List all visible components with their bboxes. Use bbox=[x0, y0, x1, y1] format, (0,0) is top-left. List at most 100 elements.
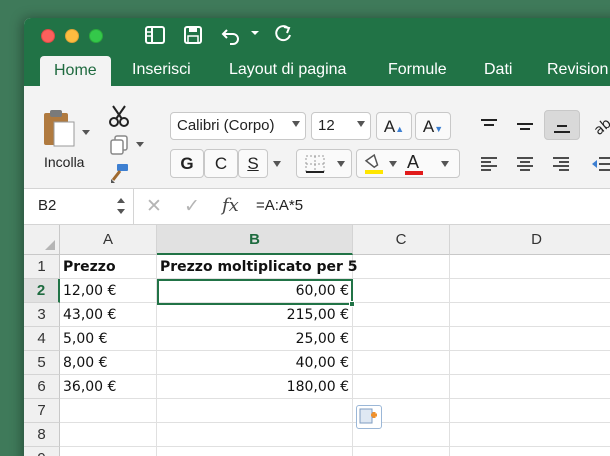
row-header-5[interactable]: 5 bbox=[24, 351, 60, 375]
row-header-3[interactable]: 3 bbox=[24, 303, 60, 327]
cell-a4[interactable]: 5,00 € bbox=[60, 327, 157, 351]
grow-font-button[interactable]: A▲ bbox=[376, 112, 412, 140]
name-box[interactable]: B2 bbox=[24, 189, 134, 224]
cut-icon[interactable] bbox=[108, 104, 130, 133]
cell-d1[interactable] bbox=[450, 255, 610, 279]
chevron-down-icon[interactable] bbox=[441, 161, 449, 167]
cell-d5[interactable] bbox=[450, 351, 610, 375]
row-header-8[interactable]: 8 bbox=[24, 423, 60, 447]
row-header-6[interactable]: 6 bbox=[24, 375, 60, 399]
minimize-window-button[interactable] bbox=[65, 29, 79, 43]
cell-b1[interactable]: Prezzo moltiplicato per 5 bbox=[157, 255, 358, 279]
insert-function-icon[interactable]: fx bbox=[222, 195, 239, 216]
align-middle-button[interactable] bbox=[508, 110, 542, 140]
tab-layout-di-pagina[interactable]: Layout di pagina bbox=[229, 56, 346, 86]
align-right-button[interactable] bbox=[544, 149, 578, 178]
cell-c5[interactable] bbox=[353, 351, 450, 375]
cell-d7[interactable] bbox=[450, 399, 610, 423]
clipboard-icon[interactable] bbox=[42, 108, 76, 153]
cell-reference: B2 bbox=[38, 197, 57, 214]
cell-a1[interactable]: Prezzo bbox=[60, 255, 157, 279]
paste-options-button[interactable] bbox=[356, 405, 382, 429]
cell-a2[interactable]: 12,00 € bbox=[60, 279, 157, 303]
tab-formule[interactable]: Formule bbox=[388, 56, 447, 86]
tab-revisione[interactable]: Revision bbox=[547, 56, 608, 86]
cell-c1[interactable] bbox=[353, 255, 450, 279]
formula-input[interactable]: =A:A*5 bbox=[256, 197, 303, 214]
row-header-1[interactable]: 1 bbox=[24, 255, 60, 279]
column-header-d[interactable]: D bbox=[450, 225, 610, 255]
cell-a6[interactable]: 36,00 € bbox=[60, 375, 157, 399]
cell-a3[interactable]: 43,00 € bbox=[60, 303, 157, 327]
close-window-button[interactable] bbox=[41, 29, 55, 43]
cell-c9[interactable] bbox=[353, 447, 450, 456]
fill-color-icon[interactable] bbox=[363, 153, 385, 175]
tab-dati[interactable]: Dati bbox=[484, 56, 512, 86]
align-center-button[interactable] bbox=[508, 149, 542, 178]
cell-c6[interactable] bbox=[353, 375, 450, 399]
cell-d2[interactable] bbox=[450, 279, 610, 303]
italic-button[interactable]: C bbox=[204, 149, 238, 178]
cell-b5[interactable]: 40,00 € bbox=[157, 351, 353, 375]
tab-home[interactable]: Home bbox=[40, 56, 111, 86]
cell-d3[interactable] bbox=[450, 303, 610, 327]
row-header-7[interactable]: 7 bbox=[24, 399, 60, 423]
save-icon[interactable] bbox=[182, 24, 204, 46]
bold-button[interactable]: G bbox=[170, 149, 204, 178]
cell-c3[interactable] bbox=[353, 303, 450, 327]
cell-a7[interactable] bbox=[60, 399, 157, 423]
cell-b3[interactable]: 215,00 € bbox=[157, 303, 353, 327]
name-box-stepper-icon[interactable] bbox=[116, 195, 126, 217]
underline-button[interactable]: S bbox=[238, 149, 268, 178]
align-top-button[interactable] bbox=[472, 110, 506, 140]
undo-dropdown-icon[interactable] bbox=[250, 28, 260, 38]
font-name-select[interactable]: Calibri (Corpo) bbox=[170, 112, 306, 140]
cell-b8[interactable] bbox=[157, 423, 353, 447]
cell-b7[interactable] bbox=[157, 399, 353, 423]
paste-label[interactable]: Incolla bbox=[44, 154, 84, 170]
paste-dropdown-icon[interactable] bbox=[82, 130, 90, 135]
cell-b4[interactable]: 25,00 € bbox=[157, 327, 353, 351]
row-header-9[interactable]: 9 bbox=[24, 447, 60, 456]
copy-icon[interactable] bbox=[108, 134, 130, 161]
cell-b9[interactable] bbox=[157, 447, 353, 456]
zoom-window-button[interactable] bbox=[89, 29, 103, 43]
row-header-4[interactable]: 4 bbox=[24, 327, 60, 351]
confirm-entry-icon[interactable]: ✓ bbox=[184, 195, 200, 218]
copy-dropdown-icon[interactable] bbox=[136, 142, 144, 147]
font-size-select[interactable]: 12 bbox=[311, 112, 371, 140]
row-header-2[interactable]: 2 bbox=[24, 279, 60, 303]
cell-d9[interactable] bbox=[450, 447, 610, 456]
cell-a9[interactable] bbox=[60, 447, 157, 456]
column-header-c[interactable]: C bbox=[353, 225, 450, 255]
align-left-button[interactable] bbox=[472, 149, 506, 178]
format-painter-icon[interactable] bbox=[108, 162, 130, 189]
cell-b6[interactable]: 180,00 € bbox=[157, 375, 353, 399]
shrink-font-button[interactable]: A▼ bbox=[415, 112, 451, 140]
borders-button[interactable] bbox=[296, 149, 352, 178]
cell-d8[interactable] bbox=[450, 423, 610, 447]
align-bottom-button[interactable] bbox=[544, 110, 580, 140]
cell-c4[interactable] bbox=[353, 327, 450, 351]
select-all-button[interactable] bbox=[24, 225, 60, 255]
underline-dropdown[interactable] bbox=[268, 149, 286, 178]
redo-icon[interactable] bbox=[272, 24, 294, 46]
tab-inserisci[interactable]: Inserisci bbox=[132, 56, 191, 86]
orientation-button[interactable]: ab bbox=[586, 110, 610, 140]
column-header-a[interactable]: A bbox=[60, 225, 157, 255]
cell-a5[interactable]: 8,00 € bbox=[60, 351, 157, 375]
column-header-b[interactable]: B bbox=[157, 225, 353, 255]
decrease-indent-button[interactable] bbox=[586, 149, 610, 178]
chevron-down-icon[interactable] bbox=[389, 161, 397, 167]
align-top-icon bbox=[481, 119, 497, 126]
undo-icon[interactable] bbox=[220, 24, 244, 46]
cancel-entry-icon[interactable]: ✕ bbox=[146, 195, 162, 218]
cell-c2[interactable] bbox=[353, 279, 450, 303]
cell-d6[interactable] bbox=[450, 375, 610, 399]
fill-handle[interactable] bbox=[349, 301, 355, 307]
chevron-down-icon bbox=[273, 161, 281, 167]
cell-a8[interactable] bbox=[60, 423, 157, 447]
borders-icon bbox=[305, 155, 325, 173]
sidebar-icon[interactable] bbox=[144, 24, 166, 46]
cell-d4[interactable] bbox=[450, 327, 610, 351]
